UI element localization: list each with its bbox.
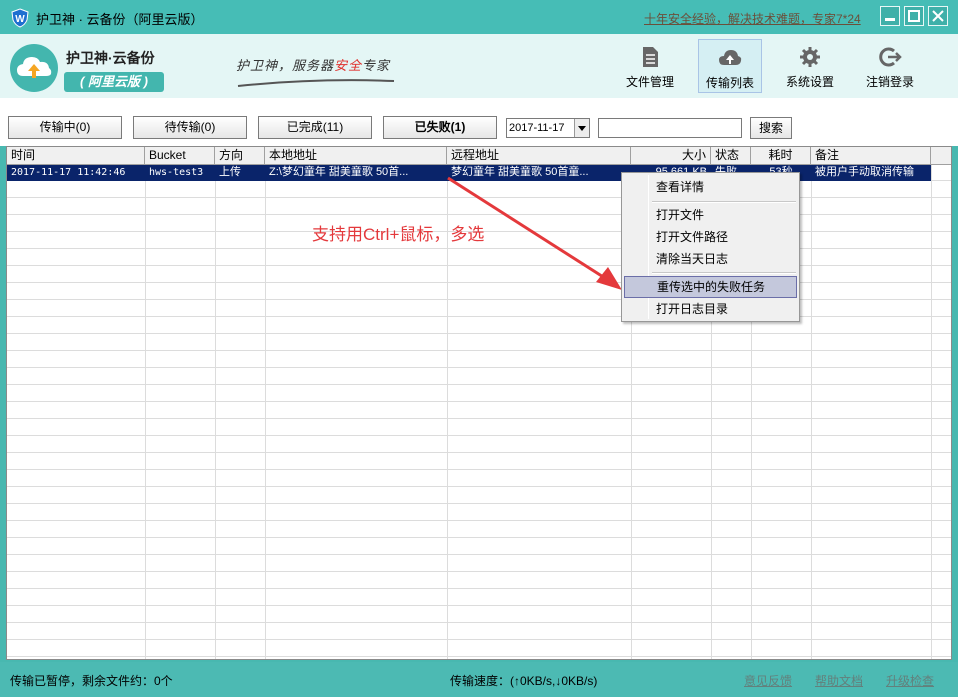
annotation-arrow-icon bbox=[447, 176, 622, 290]
cell-note: 被用户手动取消传输 bbox=[815, 166, 914, 178]
brand-edition-badge: ( 阿里云版 ) bbox=[64, 72, 164, 92]
tab-completed[interactable]: 已完成(11) bbox=[258, 116, 372, 139]
logout-icon bbox=[879, 47, 902, 67]
search-button[interactable]: 搜索 bbox=[750, 117, 792, 139]
grid-line bbox=[7, 573, 951, 589]
close-icon bbox=[932, 10, 944, 22]
column-header-local[interactable]: 本地地址 bbox=[265, 147, 447, 165]
column-header-remote[interactable]: 远程地址 bbox=[447, 147, 631, 165]
menu-separator bbox=[652, 201, 796, 203]
nav-logout[interactable]: 注销登录 bbox=[858, 39, 922, 93]
toolbar: 传输中(0) 待传输(0) 已完成(11) 已失败(1) 2017-11-17 … bbox=[0, 98, 958, 146]
date-picker[interactable]: 2017-11-17 bbox=[506, 118, 590, 138]
grid-line bbox=[7, 607, 951, 623]
grid-line bbox=[7, 437, 951, 453]
help-docs-link[interactable]: 帮助文档 bbox=[815, 672, 863, 689]
column-header-size[interactable]: 大小 bbox=[631, 147, 711, 165]
cloud-upload-icon bbox=[719, 50, 742, 65]
nav-label: 注销登录 bbox=[865, 75, 914, 89]
menu-item-retry-failed[interactable]: 重传选中的失败任务 bbox=[624, 276, 797, 298]
maximize-button[interactable] bbox=[904, 6, 924, 26]
grid-line bbox=[7, 420, 951, 436]
maximize-icon bbox=[908, 10, 920, 22]
app-logo-icon: W bbox=[11, 8, 29, 28]
column-header-time[interactable]: 时间 bbox=[7, 147, 145, 165]
tab-pending[interactable]: 待传输(0) bbox=[133, 116, 247, 139]
window-title: 护卫神 · 云备份（阿里云版） bbox=[36, 12, 204, 27]
cell-time: 2017-11-17 11:42:46 bbox=[11, 167, 126, 178]
cloud-upload-logo-icon bbox=[10, 44, 58, 92]
grid-line bbox=[7, 369, 951, 385]
menu-item-open-file[interactable]: 打开文件 bbox=[624, 204, 797, 226]
grid-line bbox=[7, 590, 951, 606]
date-value: 2017-11-17 bbox=[509, 122, 565, 134]
transfer-speed-text: 传输速度：(↑0KB/s,↓0KB/s) bbox=[450, 674, 598, 688]
minimize-icon bbox=[885, 18, 895, 21]
grid-line bbox=[7, 522, 951, 538]
grid-line bbox=[7, 471, 951, 487]
transfer-status-text: 传输已暂停，剩余文件约：0个 bbox=[10, 674, 173, 688]
title-bar: W 护卫神 · 云备份（阿里云版） 十年安全经验，解决技术难题，专家7*24 bbox=[0, 0, 958, 34]
search-input[interactable] bbox=[598, 118, 742, 138]
feedback-link[interactable]: 意见反馈 bbox=[744, 672, 792, 689]
cell-bucket: hws-test3 bbox=[149, 167, 204, 178]
menu-item-clear-today-log[interactable]: 清除当天日志 bbox=[624, 248, 797, 270]
nav-label: 传输列表 bbox=[705, 76, 754, 90]
grid-line bbox=[7, 352, 951, 368]
grid-line bbox=[7, 505, 951, 521]
column-header-duration[interactable]: 耗时 bbox=[751, 147, 811, 165]
grid-line bbox=[7, 624, 951, 640]
menu-separator bbox=[652, 272, 796, 274]
check-update-link[interactable]: 升级检查 bbox=[886, 672, 934, 689]
minimize-button[interactable] bbox=[880, 6, 900, 26]
grid-line bbox=[7, 335, 951, 351]
tagline-swoosh-decoration bbox=[237, 79, 395, 87]
nav-transfer-list[interactable]: 传输列表 bbox=[698, 39, 762, 93]
column-header-direction[interactable]: 方向 bbox=[215, 147, 265, 165]
nav-file-management[interactable]: 文件管理 bbox=[618, 39, 682, 93]
gear-icon bbox=[800, 47, 820, 67]
tab-failed[interactable]: 已失败(1) bbox=[383, 116, 497, 139]
cell-local: Z:\梦幻童年 甜美童歌 50首... bbox=[269, 166, 409, 178]
grid-line bbox=[7, 386, 951, 402]
grid-line bbox=[7, 641, 951, 657]
close-button[interactable] bbox=[928, 6, 948, 26]
cell-direction: 上传 bbox=[219, 166, 241, 178]
grid-line bbox=[7, 301, 951, 317]
nav-label: 系统设置 bbox=[785, 75, 834, 89]
context-menu: 查看详情 打开文件 打开文件路径 清除当天日志 重传选中的失败任务 打开日志目录 bbox=[621, 172, 800, 322]
table-header: 时间 Bucket 方向 本地地址 远程地址 大小 状态 耗时 备注 bbox=[7, 147, 951, 165]
column-header-bucket[interactable]: Bucket bbox=[145, 147, 215, 165]
column-header-status[interactable]: 状态 bbox=[711, 147, 751, 165]
column-header-note[interactable]: 备注 bbox=[811, 147, 931, 165]
status-bar: 传输已暂停，剩余文件约：0个 传输速度：(↑0KB/s,↓0KB/s) 意见反馈… bbox=[0, 662, 958, 697]
menu-item-view-details[interactable]: 查看详情 bbox=[624, 176, 797, 198]
grid-line bbox=[7, 556, 951, 572]
tab-transferring[interactable]: 传输中(0) bbox=[8, 116, 122, 139]
chevron-down-icon bbox=[578, 126, 586, 131]
brand-name: 护卫神·云备份 bbox=[66, 50, 155, 66]
menu-item-open-file-path[interactable]: 打开文件路径 bbox=[624, 226, 797, 248]
menu-item-open-log-directory[interactable]: 打开日志目录 bbox=[624, 298, 797, 320]
dropdown-button[interactable] bbox=[574, 119, 589, 137]
grid-line bbox=[7, 488, 951, 504]
grid-line bbox=[7, 403, 951, 419]
grid-line bbox=[7, 454, 951, 470]
app-header: 护卫神·云备份 ( 阿里云版 ) 护卫神，服务器安全专家 文件管理 传输列表 系… bbox=[0, 34, 958, 98]
nav-system-settings[interactable]: 系统设置 bbox=[778, 39, 842, 93]
svg-text:W: W bbox=[15, 14, 25, 25]
document-icon bbox=[643, 47, 658, 67]
slogan-link[interactable]: 十年安全经验，解决技术难题，专家7*24 bbox=[644, 10, 861, 27]
nav-label: 文件管理 bbox=[625, 75, 674, 89]
tagline: 护卫神，服务器安全专家 bbox=[236, 58, 391, 73]
grid-line bbox=[7, 318, 951, 334]
grid-line bbox=[7, 539, 951, 555]
grid-line bbox=[7, 658, 951, 659]
